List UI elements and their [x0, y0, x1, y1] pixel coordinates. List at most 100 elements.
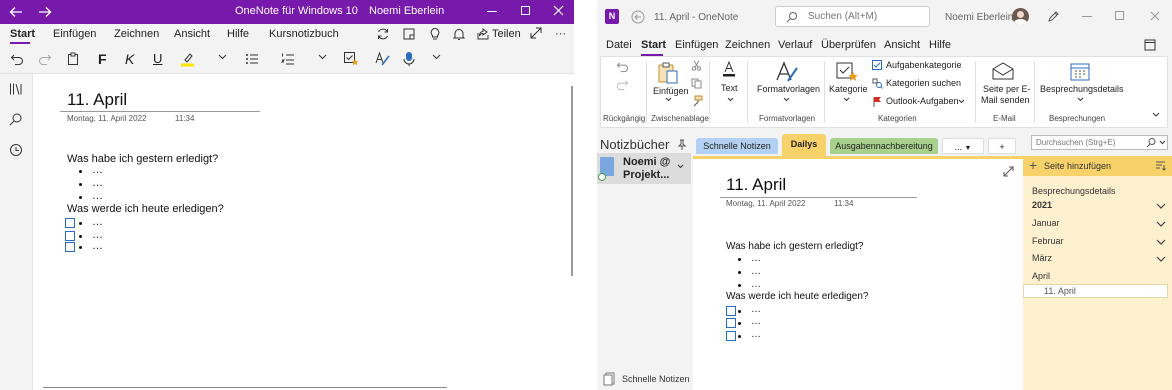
chevron-down-icon[interactable]: [432, 54, 441, 60]
styles-button-label[interactable]: Formatvorlagen: [757, 84, 820, 94]
bold-button[interactable]: F: [98, 51, 107, 67]
list-item[interactable]: …: [751, 266, 761, 277]
meeting-calendar-icon[interactable]: [1069, 60, 1091, 82]
notebooks-header[interactable]: Notizbücher: [600, 137, 669, 152]
category-button-label[interactable]: Kategorie: [829, 84, 868, 94]
search-input[interactable]: Suchen (Alt+M): [775, 6, 930, 27]
ribbon-display-icon[interactable]: [1144, 39, 1156, 51]
avatar[interactable]: [1012, 8, 1029, 25]
chevron-down-icon[interactable]: [665, 97, 672, 102]
page-item-besprechungsdetails[interactable]: Besprechungsdetails: [1032, 186, 1116, 196]
chevron-down-icon[interactable]: [1156, 203, 1166, 209]
chevron-down-icon[interactable]: [958, 99, 965, 104]
paste-button-label[interactable]: Einfügen: [653, 86, 689, 96]
vertical-scrollbar[interactable]: [571, 86, 573, 276]
forward-arrow-icon[interactable]: [38, 5, 52, 19]
close-icon[interactable]: [553, 5, 564, 16]
format-painter-icon[interactable]: [691, 95, 703, 107]
list-item[interactable]: …: [751, 253, 761, 264]
undo-icon[interactable]: [616, 60, 629, 73]
menu-einfuegen[interactable]: Einfügen: [675, 39, 718, 51]
menu-ansicht[interactable]: Ansicht: [174, 28, 210, 40]
spelling-icon[interactable]: [374, 51, 390, 67]
section-tab-schnelle-notizen[interactable]: Schnelle Notizen: [696, 138, 778, 154]
collapse-ribbon-chevron-icon[interactable]: [1152, 112, 1160, 117]
share-icon[interactable]: [476, 27, 490, 41]
todo-checkbox[interactable]: [726, 306, 736, 316]
more-options-icon[interactable]: ···: [555, 28, 566, 40]
maximize-icon[interactable]: [1115, 11, 1124, 20]
todo-checkbox[interactable]: [726, 318, 736, 328]
styles-icon[interactable]: [775, 61, 799, 83]
cut-scissors-icon[interactable]: [691, 60, 702, 71]
page-title[interactable]: 11. April: [726, 175, 786, 195]
italic-button[interactable]: K: [125, 51, 134, 67]
meeting-details-label[interactable]: Besprechungsdetails: [1040, 84, 1124, 94]
tag-category-icon[interactable]: [835, 60, 859, 84]
menu-ansicht[interactable]: Ansicht: [884, 39, 920, 51]
question-today[interactable]: Was werde ich heute erledigen?: [726, 291, 869, 302]
list-item[interactable]: …: [751, 304, 761, 315]
lightbulb-icon[interactable]: [428, 27, 442, 41]
list-item[interactable]: …: [92, 190, 103, 202]
page-item-maerz[interactable]: März: [1032, 253, 1052, 263]
search-icon[interactable]: [1145, 137, 1157, 148]
menu-verlauf[interactable]: Verlauf: [778, 39, 812, 51]
pen-icon[interactable]: [1047, 10, 1060, 23]
page-search-input[interactable]: Durchsuchen (Strg+E): [1031, 135, 1168, 150]
menu-kursnotizbuch[interactable]: Kursnotizbuch: [269, 28, 339, 40]
question-yesterday[interactable]: Was habe ich gestern erledigt?: [67, 153, 218, 165]
text-button-label[interactable]: Text: [721, 83, 738, 93]
underline-button[interactable]: U: [153, 51, 162, 66]
find-categories-label[interactable]: Kategorien suchen: [886, 78, 961, 88]
font-color-icon[interactable]: [722, 61, 736, 77]
note-page[interactable]: 11. April Montag, 11. April 2022 11:34 W…: [60, 80, 540, 270]
menu-zeichnen[interactable]: Zeichnen: [114, 28, 159, 40]
notebook-item[interactable]: Noemi @ Projekt...: [597, 153, 691, 184]
expand-icon[interactable]: [530, 27, 542, 39]
list-item[interactable]: …: [92, 216, 103, 228]
quick-notes-link[interactable]: Schnelle Notizen: [622, 374, 690, 384]
todo-checkbox[interactable]: [65, 218, 75, 228]
question-today[interactable]: Was werde ich heute erledigen?: [67, 203, 224, 215]
menu-start[interactable]: Start: [10, 28, 35, 40]
expand-page-icon[interactable]: [1003, 166, 1014, 177]
list-item[interactable]: …: [92, 177, 103, 189]
paste-clipboard-icon[interactable]: [656, 61, 680, 85]
notes-icon[interactable]: [402, 27, 416, 41]
email-button-label-1[interactable]: Seite per E-: [983, 84, 1031, 94]
page-item-selected[interactable]: 11. April: [1023, 284, 1168, 298]
notebooks-library-icon[interactable]: [9, 82, 23, 96]
bullet-list-icon[interactable]: [245, 52, 259, 66]
menu-datei[interactable]: Datei: [606, 39, 632, 51]
todo-checkbox[interactable]: [726, 331, 736, 341]
dictate-microphone-icon[interactable]: [402, 51, 416, 67]
back-arrow-icon[interactable]: [631, 10, 645, 24]
chevron-down-icon[interactable]: [1156, 239, 1166, 245]
list-item[interactable]: …: [751, 329, 761, 340]
pin-icon[interactable]: [677, 139, 687, 151]
add-page-button[interactable]: Seite hinzufügen: [1044, 161, 1111, 171]
page-item-januar[interactable]: Januar: [1032, 218, 1060, 228]
redo-icon[interactable]: [616, 78, 629, 91]
page-item-april[interactable]: April: [1032, 271, 1050, 281]
task-checkbox-icon[interactable]: [872, 60, 882, 70]
menu-zeichnen[interactable]: Zeichnen: [725, 39, 770, 51]
user-name[interactable]: Noemi Eberlein: [369, 5, 444, 17]
recent-clock-icon[interactable]: [9, 143, 23, 157]
section-tab-more[interactable]: ... ▼: [942, 138, 984, 154]
clipboard-icon[interactable]: [66, 52, 80, 66]
minimize-icon[interactable]: [487, 11, 497, 12]
chevron-down-icon[interactable]: [318, 54, 327, 60]
outlook-tasks-label[interactable]: Outlook-Aufgaben: [886, 96, 959, 106]
add-page-bar[interactable]: + Seite hinzufügen: [1023, 156, 1172, 176]
highlighter-icon[interactable]: [180, 51, 196, 67]
menu-hilfe[interactable]: Hilfe: [929, 39, 951, 51]
chevron-down-icon[interactable]: [677, 164, 684, 169]
task-category-label[interactable]: Aufgabenkategorie: [886, 60, 962, 70]
redo-icon[interactable]: [38, 52, 52, 66]
section-tab-dailys[interactable]: Dailys: [782, 134, 826, 156]
minimize-icon[interactable]: [1082, 16, 1092, 17]
add-section-button[interactable]: +: [988, 138, 1016, 154]
search-icon[interactable]: [9, 112, 23, 126]
